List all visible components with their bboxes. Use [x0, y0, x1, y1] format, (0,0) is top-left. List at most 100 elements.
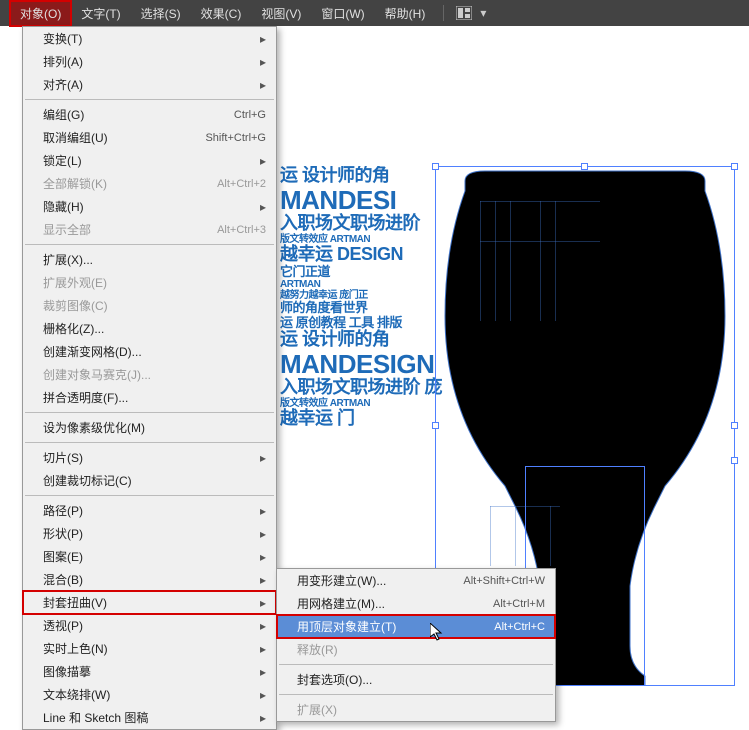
- menu-item-26[interactable]: 图案(E)▸: [23, 545, 276, 568]
- menu-item-15[interactable]: 创建渐变网格(D)...: [23, 340, 276, 363]
- guide-line: [540, 201, 541, 321]
- menu-view[interactable]: 视图(V): [251, 1, 311, 26]
- menu-item-shortcut: Alt+Ctrl+3: [217, 224, 266, 236]
- menu-window[interactable]: 窗口(W): [311, 1, 374, 26]
- menu-item-label: Line 和 Sketch 图稿: [43, 709, 260, 726]
- menu-item-label: 创建裁切标记(C): [43, 472, 266, 489]
- menu-item-9: 显示全部 Alt+Ctrl+3: [23, 218, 276, 241]
- menu-item-label: 混合(B): [43, 571, 260, 588]
- menu-item-8[interactable]: 隐藏(H)▸: [23, 195, 276, 218]
- menu-item-19[interactable]: 设为像素级优化(M): [23, 416, 276, 439]
- submenu-item-0[interactable]: 用变形建立(W)... Alt+Shift+Ctrl+W: [277, 569, 555, 592]
- menu-item-label: 编组(G): [43, 106, 214, 123]
- menu-item-4[interactable]: 编组(G) Ctrl+G: [23, 103, 276, 126]
- menu-item-32[interactable]: 文本绕排(W)▸: [23, 683, 276, 706]
- menu-item-label: 实时上色(N): [43, 640, 260, 657]
- menu-item-label: 扩展(X)...: [43, 251, 266, 268]
- menu-item-13: 裁剪图像(C): [23, 294, 276, 317]
- menu-item-shortcut: Shift+Ctrl+G: [205, 132, 266, 144]
- menu-item-label: 对齐(A): [43, 76, 260, 93]
- submenu-item-2[interactable]: 用顶层对象建立(T)Alt+Ctrl+C: [277, 615, 555, 638]
- menu-item-label: 封套扭曲(V): [43, 594, 260, 611]
- submenu-arrow-icon: ▸: [260, 451, 266, 465]
- menu-item-29[interactable]: 透视(P)▸: [23, 614, 276, 637]
- menu-item-22[interactable]: 创建裁切标记(C): [23, 469, 276, 492]
- guide-line: [480, 201, 600, 202]
- submenu-item-label: 用变形建立(W)...: [297, 572, 443, 589]
- submenu-item-label: 用顶层对象建立(T): [297, 618, 474, 635]
- menu-item-label: 透视(P): [43, 617, 260, 634]
- menu-item-label: 裁剪图像(C): [43, 297, 266, 314]
- submenu-item-3: 释放(R): [277, 638, 555, 661]
- menu-item-6[interactable]: 锁定(L)▸: [23, 149, 276, 172]
- object-dropdown-menu: 变换(T)▸排列(A)▸对齐(A)▸编组(G)Ctrl+G取消编组(U)Shif…: [22, 26, 277, 730]
- main-menubar: 对象(O) 文字(T) 选择(S) 效果(C) 视图(V) 窗口(W) 帮助(H…: [0, 0, 749, 26]
- menu-item-16: 创建对象马赛克(J)...: [23, 363, 276, 386]
- menu-item-label: 变换(T): [43, 30, 260, 47]
- menu-item-17[interactable]: 拼合透明度(F)...: [23, 386, 276, 409]
- submenu-item-1[interactable]: 用网格建立(M)... Alt+Ctrl+M: [277, 592, 555, 615]
- submenu-item-5[interactable]: 封套选项(O)...: [277, 668, 555, 691]
- submenu-item-7: 扩展(X): [277, 698, 555, 721]
- menu-item-21[interactable]: 切片(S)▸: [23, 446, 276, 469]
- menu-item-label: 文本绕排(W): [43, 686, 260, 703]
- submenu-arrow-icon: ▸: [260, 154, 266, 168]
- submenu-arrow-icon: ▸: [260, 504, 266, 518]
- menu-item-28[interactable]: 封套扭曲(V)▸: [23, 591, 276, 614]
- menu-item-label: 显示全部: [43, 221, 197, 238]
- menu-item-shortcut: Ctrl+G: [234, 109, 266, 121]
- submenu-arrow-icon: ▸: [260, 55, 266, 69]
- menu-item-30[interactable]: 实时上色(N)▸: [23, 637, 276, 660]
- menu-item-31[interactable]: 图像描摹▸: [23, 660, 276, 683]
- menu-item-label: 锁定(L): [43, 152, 260, 169]
- menu-item-label: 取消编组(U): [43, 129, 185, 146]
- envelope-distort-submenu: 用变形建立(W)... Alt+Shift+Ctrl+W 用网格建立(M)... Al…: [276, 568, 556, 722]
- menu-effect[interactable]: 效果(C): [191, 1, 252, 26]
- submenu-arrow-icon: ▸: [260, 619, 266, 633]
- submenu-item-shortcut: Alt+Ctrl+M: [493, 598, 545, 610]
- submenu-item-label: 扩展(X): [297, 701, 545, 718]
- menu-item-14[interactable]: 栅格化(Z)...: [23, 317, 276, 340]
- menu-item-1[interactable]: 排列(A)▸: [23, 50, 276, 73]
- menu-item-label: 图案(E): [43, 548, 260, 565]
- layout-icon-1[interactable]: [456, 6, 472, 20]
- menu-object[interactable]: 对象(O): [10, 1, 71, 26]
- menu-item-shortcut: Alt+Ctrl+2: [217, 178, 266, 190]
- dropdown-arrow-icon[interactable]: ▾: [480, 6, 496, 20]
- guide-line: [480, 201, 481, 321]
- menu-item-33[interactable]: Line 和 Sketch 图稿▸: [23, 706, 276, 729]
- menu-item-label: 形状(P): [43, 525, 260, 542]
- submenu-arrow-icon: ▸: [260, 665, 266, 679]
- submenu-arrow-icon: ▸: [260, 200, 266, 214]
- menu-item-25[interactable]: 形状(P)▸: [23, 522, 276, 545]
- menu-item-label: 图像描摹: [43, 663, 260, 680]
- guide-line: [495, 201, 496, 321]
- menu-item-24[interactable]: 路径(P)▸: [23, 499, 276, 522]
- menu-item-label: 隐藏(H): [43, 198, 260, 215]
- menu-item-11[interactable]: 扩展(X)...: [23, 248, 276, 271]
- menu-type[interactable]: 文字(T): [71, 1, 130, 26]
- menu-item-0[interactable]: 变换(T)▸: [23, 27, 276, 50]
- guide-line: [490, 506, 560, 507]
- menu-help[interactable]: 帮助(H): [375, 1, 436, 26]
- menu-item-label: 设为像素级优化(M): [43, 419, 266, 436]
- submenu-item-shortcut: Alt+Shift+Ctrl+W: [463, 575, 545, 587]
- menu-item-2[interactable]: 对齐(A)▸: [23, 73, 276, 96]
- guide-line: [515, 506, 516, 566]
- submenu-arrow-icon: ▸: [260, 32, 266, 46]
- guide-line: [480, 241, 600, 242]
- guide-line: [490, 506, 491, 566]
- menu-item-label: 创建对象马赛克(J)...: [43, 366, 266, 383]
- menu-select[interactable]: 选择(S): [131, 1, 191, 26]
- guide-line: [510, 201, 511, 321]
- submenu-arrow-icon: ▸: [260, 688, 266, 702]
- menu-item-27[interactable]: 混合(B)▸: [23, 568, 276, 591]
- menu-item-label: 全部解锁(K): [43, 175, 197, 192]
- menu-item-label: 栅格化(Z)...: [43, 320, 266, 337]
- submenu-arrow-icon: ▸: [260, 573, 266, 587]
- menu-item-label: 切片(S): [43, 449, 260, 466]
- menu-item-5[interactable]: 取消编组(U) Shift+Ctrl+G: [23, 126, 276, 149]
- submenu-arrow-icon: ▸: [260, 711, 266, 725]
- submenu-item-label: 用网格建立(M)...: [297, 595, 473, 612]
- submenu-arrow-icon: ▸: [260, 596, 266, 610]
